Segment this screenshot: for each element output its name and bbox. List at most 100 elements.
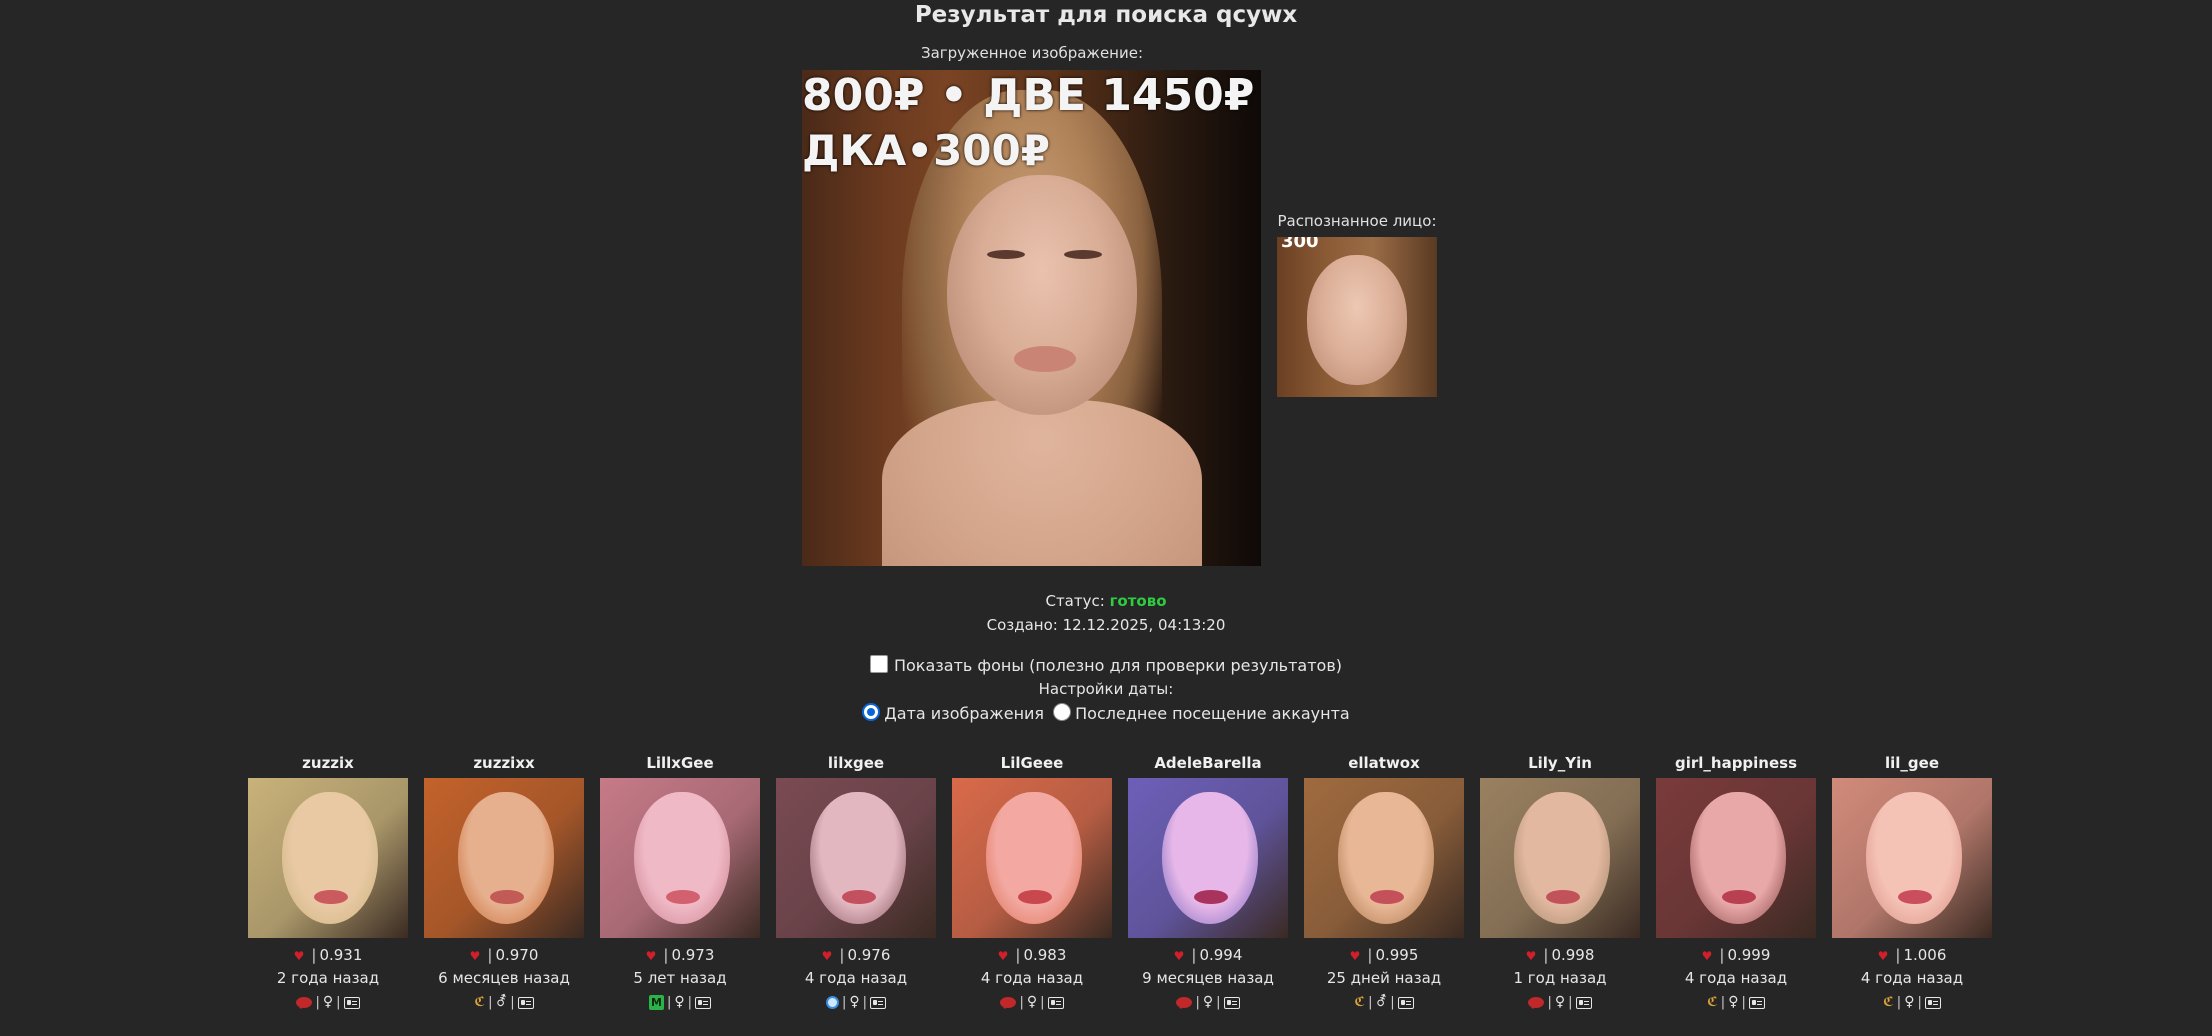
status-line: Статус: готово (0, 592, 2212, 610)
result-thumbnail[interactable] (1832, 778, 1992, 938)
circle-badge-icon[interactable] (825, 996, 839, 1009)
chat-icon[interactable] (1528, 997, 1545, 1009)
page-title: Результат для поиска qcywx (914, 2, 1298, 28)
chat-icon[interactable] (1000, 997, 1017, 1009)
female-icon: ♀ (322, 994, 334, 1010)
result-age: 4 года назад (1684, 969, 1788, 987)
score-separator: | (839, 946, 845, 964)
profile-card-icon[interactable] (1223, 996, 1240, 1009)
recognized-face-label: Распознанное лицо: (1277, 212, 1437, 230)
thumbnail-mouth (314, 890, 348, 904)
score-separator: | (1543, 946, 1549, 964)
profile-card-icon[interactable] (1924, 996, 1941, 1009)
score-separator: | (487, 946, 493, 964)
result-card[interactable]: girl_happiness ♥ | 0.999 4 года назад ℭ | ♀ | (1656, 752, 1816, 1011)
result-username[interactable]: lilxgee (776, 752, 936, 774)
radio-last-visit-label[interactable]: Последнее посещение аккаунта (1075, 704, 1350, 723)
result-icons: M | ♀ | (600, 993, 760, 1011)
result-username[interactable]: LilGeee (952, 752, 1112, 774)
show-backgrounds-row: Показать фоны (полезно для проверки резу… (0, 655, 2212, 675)
result-icons: | ♀ | (1480, 993, 1640, 1011)
thumbnail-face (810, 792, 906, 924)
thumbnail-face (1866, 792, 1962, 924)
result-username[interactable]: LillxGee (600, 752, 760, 774)
result-thumbnail[interactable] (952, 778, 1112, 938)
horn-icon[interactable]: ℭ (1883, 994, 1894, 1012)
result-card[interactable]: AdeleBarella ♥ | 0.994 9 месяцев назад | ♀ | (1128, 752, 1288, 1011)
result-username[interactable]: AdeleBarella (1128, 752, 1288, 774)
profile-card-icon[interactable] (870, 996, 887, 1009)
profile-card-icon[interactable] (1748, 996, 1765, 1009)
result-score: ♥ | 1.006 (1832, 946, 1992, 964)
result-username[interactable]: lil_gee (1832, 752, 1992, 774)
heart-icon: ♥ (1877, 949, 1889, 963)
show-backgrounds-label[interactable]: Показать фоны (полезно для проверки резу… (894, 656, 1342, 675)
radio-image-date-label[interactable]: Дата изображения (884, 704, 1044, 723)
result-card[interactable]: LillxGee ♥ | 0.973 5 лет назад M | ♀ | (600, 752, 760, 1011)
chat-icon[interactable] (296, 997, 313, 1009)
result-card[interactable]: lilxgee ♥ | 0.976 4 года назад | ♀ | (776, 752, 936, 1011)
score-value: 0.995 (1375, 946, 1419, 964)
result-score: ♥ | 0.999 (1656, 946, 1816, 964)
thumbnail-mouth (1370, 890, 1404, 904)
result-thumbnail[interactable] (248, 778, 408, 938)
female-icon: ♀ (674, 994, 685, 1010)
result-thumbnail[interactable] (776, 778, 936, 938)
result-card[interactable]: zuzzix ♥ | 0.931 2 года назад | ♀ | (248, 752, 408, 1011)
profile-card-icon[interactable] (517, 996, 534, 1009)
horn-icon[interactable]: ℭ (474, 994, 485, 1012)
result-username[interactable]: ellatwox (1304, 752, 1464, 774)
result-thumbnail[interactable] (1304, 778, 1464, 938)
result-thumbnail[interactable] (1128, 778, 1288, 938)
m-badge-icon[interactable]: M (648, 995, 664, 1010)
score-separator: | (1015, 946, 1021, 964)
thumbnail-face (986, 792, 1082, 924)
horn-icon[interactable]: ℭ (1707, 994, 1718, 1012)
profile-card-icon[interactable] (1575, 996, 1592, 1009)
result-thumbnail[interactable] (424, 778, 584, 938)
uploaded-image: 800₽ • ДВЕ 1450₽ ДКА•300₽ (802, 70, 1261, 566)
result-card[interactable]: LilGeee ♥ | 0.983 4 года назад | ♀ | (952, 752, 1112, 1011)
radio-image-date[interactable] (862, 703, 881, 721)
thumbnail-mouth (842, 890, 876, 904)
date-settings-label: Настройки даты: (1038, 680, 1174, 698)
result-card[interactable]: Lily_Yin ♥ | 0.998 1 год назад | ♀ | (1480, 752, 1640, 1011)
result-thumbnail[interactable] (600, 778, 760, 938)
score-separator: | (663, 946, 669, 964)
heart-icon: ♥ (1173, 949, 1185, 963)
photo-eye-right (1064, 250, 1102, 259)
result-username[interactable]: Lily_Yin (1480, 752, 1640, 774)
result-username[interactable]: girl_happiness (1656, 752, 1816, 774)
result-card[interactable]: lil_gee ♥ | 1.006 4 года назад ℭ | ♀ | (1832, 752, 1992, 1011)
result-card[interactable]: zuzzixx ♥ | 0.970 6 месяцев назад ℭ | ⚦ | (424, 752, 584, 1011)
result-thumbnail[interactable] (1480, 778, 1640, 938)
result-username[interactable]: zuzzix (248, 752, 408, 774)
result-thumbnail[interactable] (1656, 778, 1816, 938)
score-value: 0.931 (319, 946, 363, 964)
heart-icon: ♥ (1701, 949, 1713, 963)
chat-icon[interactable] (1176, 997, 1193, 1009)
show-backgrounds-checkbox[interactable] (869, 655, 888, 673)
photo-eye-left (987, 250, 1025, 259)
horn-icon[interactable]: ℭ (1354, 994, 1365, 1012)
profile-card-icon[interactable] (695, 996, 712, 1009)
result-score: ♥ | 0.983 (952, 946, 1112, 964)
female-icon: ♀ (1554, 994, 1566, 1010)
status-label: Статус: (1045, 592, 1105, 610)
date-settings-options: Дата изображения Последнее посещение акк… (0, 703, 2212, 723)
icon-separator: | (336, 995, 341, 1010)
profile-card-icon[interactable] (1047, 996, 1064, 1009)
icon-separator: | (1547, 995, 1552, 1010)
results-grid: zuzzix ♥ | 0.931 2 года назад | ♀ | zuzzixx ♥ | 0.9… (248, 752, 1992, 1022)
result-score: ♥ | 0.998 (1480, 946, 1640, 964)
result-age: 1 год назад (1513, 969, 1607, 987)
result-card[interactable]: ellatwox ♥ | 0.995 25 дней назад ℭ | ⚦ | (1304, 752, 1464, 1011)
profile-card-icon[interactable] (1397, 996, 1414, 1009)
thumbnail-mouth (490, 890, 524, 904)
result-age: 9 месяцев назад (1142, 969, 1274, 987)
thumbnail-mouth (666, 890, 700, 904)
icon-separator: | (1896, 995, 1902, 1010)
radio-last-visit[interactable] (1053, 703, 1072, 721)
result-username[interactable]: zuzzixx (424, 752, 584, 774)
profile-card-icon[interactable] (343, 996, 360, 1009)
